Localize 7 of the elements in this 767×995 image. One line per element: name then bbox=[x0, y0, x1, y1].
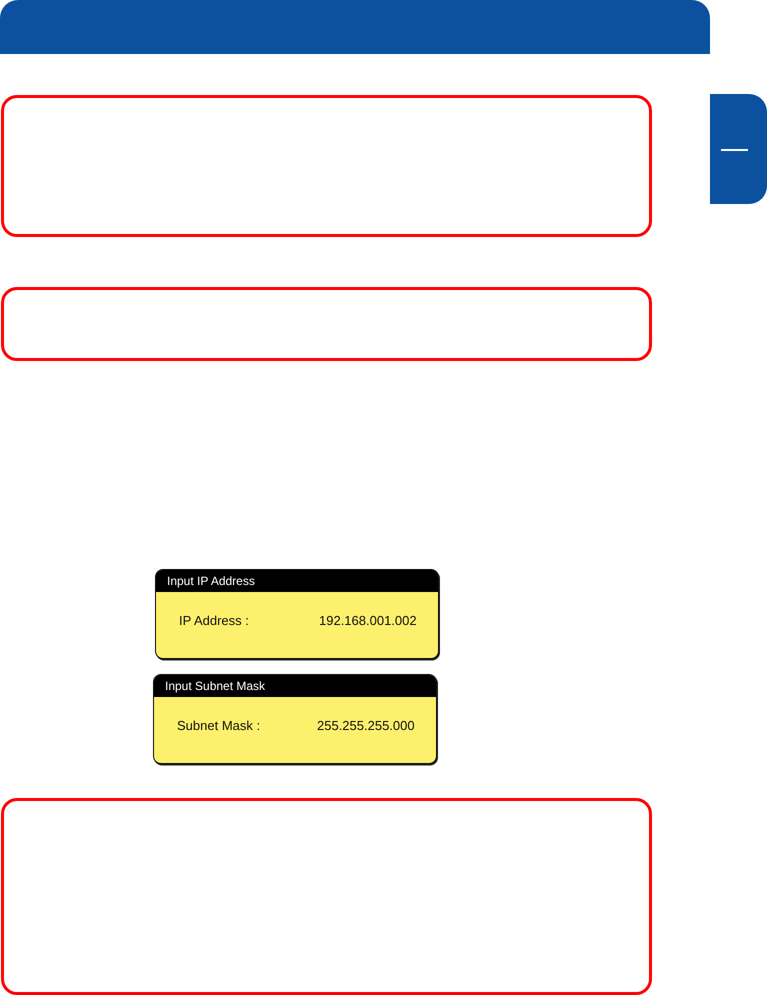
field-value: 192.168.001.002 bbox=[319, 613, 417, 629]
field-value: 255.255.255.000 bbox=[317, 718, 415, 734]
dash-icon bbox=[721, 148, 748, 150]
field-label: Subnet Mask : bbox=[177, 718, 260, 734]
dialog-title: Input Subnet Mask bbox=[154, 675, 436, 697]
dialog-title: Input IP Address bbox=[156, 570, 438, 592]
field-label: IP Address : bbox=[179, 613, 249, 629]
